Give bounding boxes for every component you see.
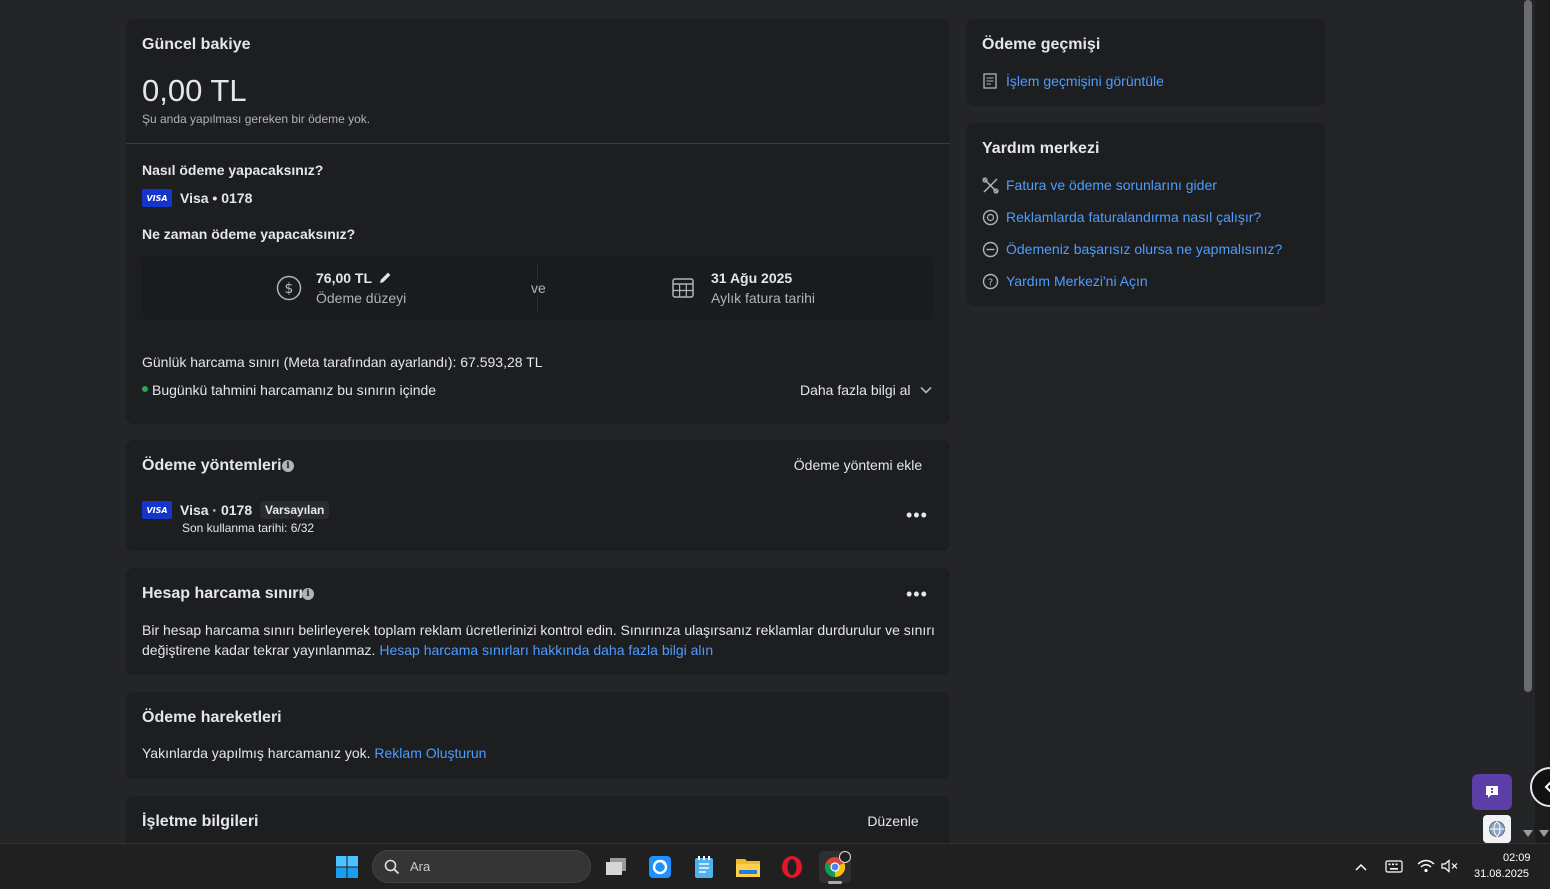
chevron-down-icon[interactable] — [918, 382, 934, 398]
payment-methods-card: Ödeme yöntemleri i Ödeme yöntemi ekle VI… — [126, 440, 950, 551]
calendar-icon — [671, 276, 695, 300]
svg-text:?: ? — [987, 277, 992, 288]
folder-icon — [736, 859, 760, 877]
translate-button[interactable] — [1483, 815, 1511, 843]
visa-logo-icon: VISA — [142, 501, 172, 519]
chrome-button[interactable] — [819, 851, 851, 884]
windows-logo-icon — [336, 856, 358, 878]
threshold-label: Ödeme düzeyi — [316, 290, 407, 306]
chat-bubble-icon — [1486, 786, 1498, 798]
help-title: Yardım merkezi — [982, 140, 1100, 157]
help-center-card: Yardım merkezi Fatura ve ödeme sorunları… — [966, 123, 1326, 306]
task-view-icon — [606, 858, 626, 875]
edit-button[interactable]: Düzenle — [854, 806, 932, 836]
balance-note: Şu anda yapılması gereken bir ödeme yok. — [142, 112, 371, 126]
question-circle-icon: ? — [981, 272, 999, 290]
spending-limit-card: Hesap harcama sınırı i ••• Bir hesap har… — [126, 568, 950, 675]
daily-limit-text: Günlük harcama sınırı (Meta tarafından a… — [142, 354, 543, 370]
payment-history-card: Ödeme geçmişi İşlem geçmişini görüntüle — [966, 19, 1326, 106]
scroll-down-arrow-icon[interactable] — [1523, 830, 1533, 837]
scrollbar[interactable] — [1521, 0, 1535, 843]
clock-time[interactable]: 02:09 — [1503, 852, 1531, 864]
when-and: ve — [531, 280, 546, 296]
file-explorer-button[interactable] — [732, 851, 764, 883]
opera-icon — [782, 856, 802, 878]
search-icon — [384, 859, 400, 875]
info-icon[interactable]: i — [302, 588, 314, 600]
keyboard-icon[interactable] — [1384, 858, 1404, 874]
bill-date: 31 Ağu 2025 — [711, 270, 793, 286]
divider — [126, 143, 950, 144]
when-title: Ne zaman ödeme yapacaksınız? — [142, 226, 356, 242]
balance-amount: 0,00 TL — [142, 73, 247, 108]
task-view-button[interactable] — [600, 851, 632, 883]
help-link-troubleshoot[interactable]: Fatura ve ödeme sorunlarını gider — [1006, 177, 1217, 193]
spend-limit-text: değiştirene kadar tekrar yayınlanmaz. — [142, 642, 376, 658]
help-link-open-help-center[interactable]: Yardım Merkezi'ni Açın — [1006, 273, 1148, 289]
visa-logo-icon: VISA — [142, 189, 172, 207]
bill-date-label: Aylık fatura tarihi — [711, 290, 816, 306]
create-ad-link[interactable]: Reklam Oluşturun — [374, 745, 486, 761]
receipt-icon — [982, 72, 998, 90]
methods-title: Ödeme yöntemleri — [142, 457, 282, 474]
add-payment-method-button[interactable]: Ödeme yöntemi ekle — [778, 450, 938, 480]
opera-button[interactable] — [776, 851, 808, 883]
spend-limit-title: Hesap harcama sınırı — [142, 585, 303, 602]
chevron-up-icon[interactable] — [1353, 859, 1369, 875]
wifi-icon[interactable] — [1416, 858, 1436, 874]
chevron-left-icon — [1544, 781, 1550, 793]
clock-date[interactable]: 31.08.2025 — [1474, 868, 1529, 880]
chat-button[interactable] — [1472, 774, 1512, 810]
history-title: Ödeme geçmişi — [982, 36, 1101, 53]
default-badge: Varsayılan — [260, 501, 330, 519]
info-icon[interactable]: i — [282, 460, 294, 472]
svg-text:$: $ — [285, 281, 294, 297]
how-card: Visa • 0178 — [180, 190, 253, 206]
edit-pencil-icon[interactable] — [377, 269, 393, 285]
method-card: Visa · 0178 — [180, 502, 253, 518]
help-link-how-billing-works[interactable]: Reklamlarda faturalandırma nasıl çalışır… — [1006, 209, 1261, 225]
notepad-icon — [695, 856, 713, 878]
daily-status: Bugünkü tahmini harcamanız bu sınırın iç… — [152, 382, 437, 398]
page-edge — [1535, 0, 1550, 843]
profile-badge-icon — [839, 851, 851, 863]
volume-muted-icon[interactable] — [1440, 858, 1460, 874]
card-expiry: Son kullanma tarihi: 6/32 — [182, 521, 315, 535]
scroll-down-arrow-icon[interactable] — [1539, 830, 1549, 837]
more-options-icon[interactable]: ••• — [906, 506, 928, 524]
business-title: İşletme bilgileri — [142, 813, 259, 830]
sync-app-icon — [649, 856, 671, 878]
balance-card: Güncel bakiye 0,00 TL Şu anda yapılması … — [126, 19, 950, 424]
dollar-circle-icon: $ — [276, 275, 302, 301]
balance-title: Güncel bakiye — [142, 36, 251, 53]
minus-circle-icon — [981, 240, 999, 258]
scrollbar-thumb[interactable] — [1524, 0, 1532, 692]
spend-limit-description: Bir hesap harcama sınırı belirleyerek to… — [142, 622, 935, 638]
spend-limit-description-2: değiştirene kadar tekrar yayınlanmaz. He… — [142, 642, 713, 658]
tools-icon — [981, 176, 999, 194]
activity-title: Ödeme hareketleri — [142, 709, 282, 726]
help-link-payment-failed[interactable]: Ödemeniz başarısız olursa ne yapmalısını… — [1006, 241, 1282, 257]
globe-icon — [1489, 821, 1505, 838]
search-placeholder: Ara — [410, 859, 431, 874]
payment-activity-card: Ödeme hareketleri Yakınlarda yapılmış ha… — [126, 692, 950, 779]
start-button[interactable] — [331, 851, 363, 883]
active-indicator — [828, 881, 842, 884]
activity-text: Yakınlarda yapılmış harcamanız yok. — [142, 745, 371, 761]
spend-limit-learn-more-link[interactable]: Hesap harcama sınırları hakkında daha fa… — [379, 642, 713, 658]
billing-help-icon — [981, 208, 999, 226]
taskbar: Ara 02:09 31.08.2025 — [0, 843, 1550, 889]
how-title: Nasıl ödeme yapacaksınız? — [142, 162, 324, 178]
threshold-amount: 76,00 TL — [316, 270, 373, 286]
activity-text-row: Yakınlarda yapılmış harcamanız yok. Rekl… — [142, 745, 486, 761]
app-sync-button[interactable] — [644, 851, 676, 883]
notepad-button[interactable] — [688, 851, 720, 883]
more-info-button[interactable]: Daha fazla bilgi al — [800, 382, 911, 398]
status-dot — [142, 386, 148, 392]
view-history-link[interactable]: İşlem geçmişini görüntüle — [1006, 73, 1164, 89]
taskbar-search[interactable]: Ara — [372, 850, 591, 883]
more-options-icon[interactable]: ••• — [906, 585, 928, 603]
